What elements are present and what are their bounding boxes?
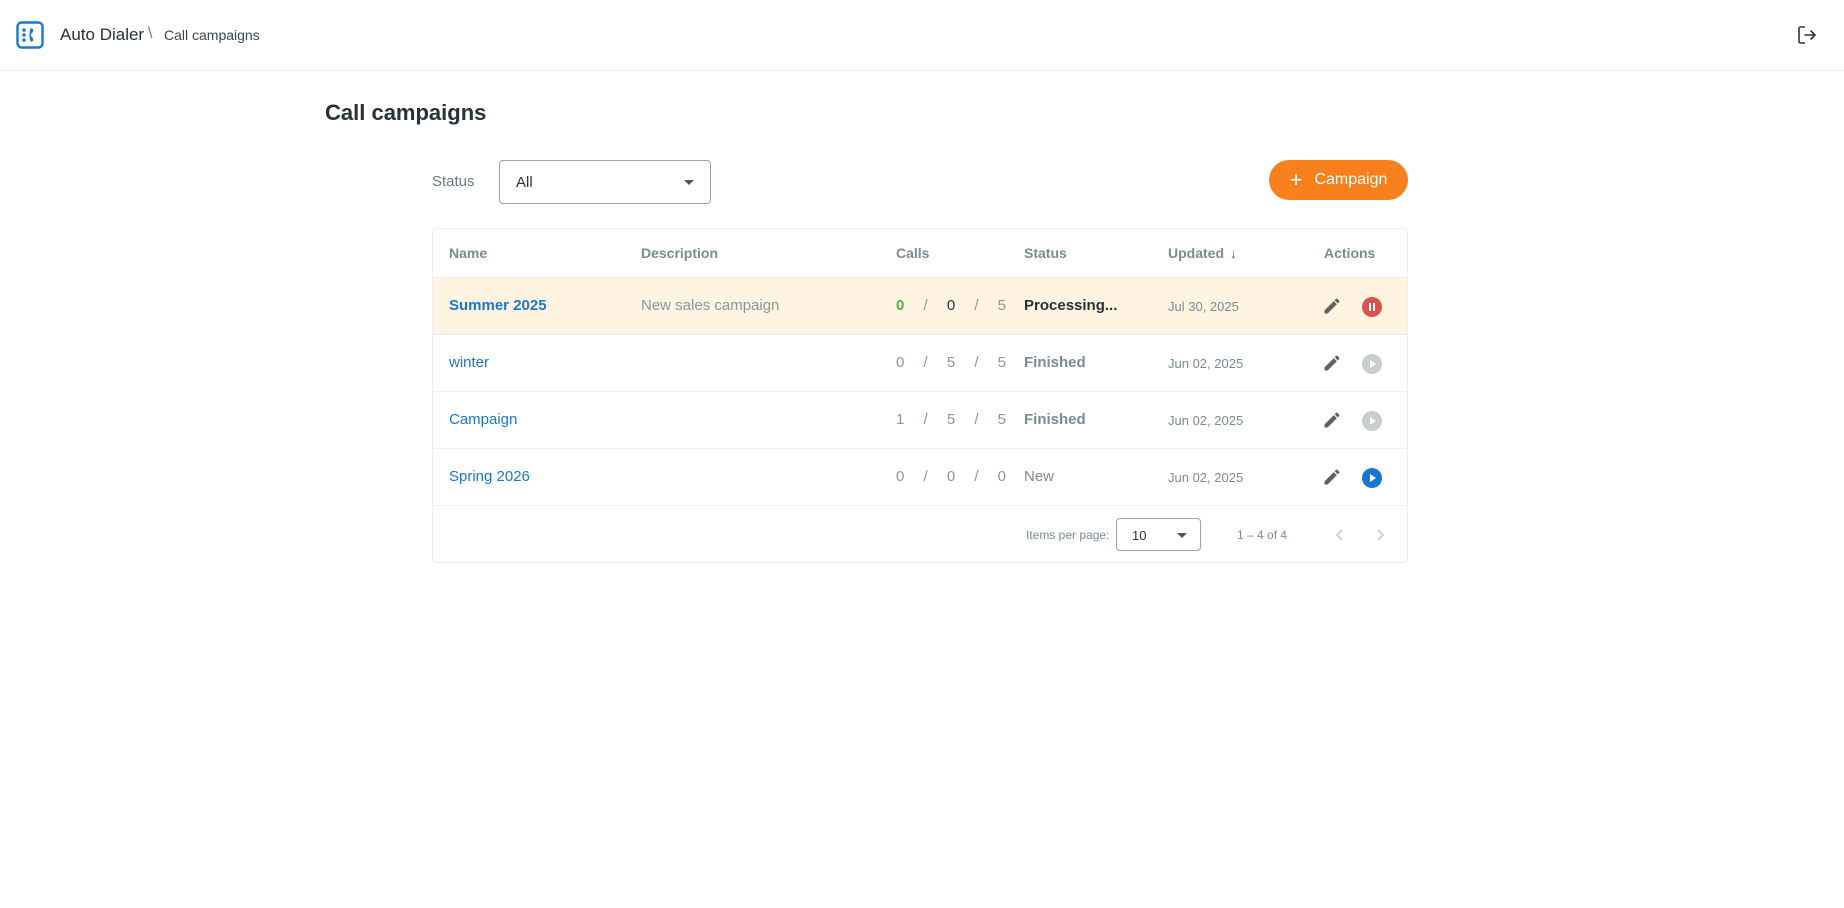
pencil-icon[interactable] <box>1322 296 1342 316</box>
calls-total: 0 <box>997 468 1006 485</box>
status-filter-value: All <box>516 174 533 191</box>
campaign-status: Finished <box>1024 354 1086 371</box>
table-row[interactable]: Campaign 1 / 5 / 5 Finished Jun 02, 2025 <box>433 392 1407 449</box>
campaign-calls: 1 / 5 / 5 <box>896 411 1006 428</box>
items-per-page-label: Items per page: <box>1026 528 1110 542</box>
campaign-updated: Jun 02, 2025 <box>1168 413 1244 428</box>
chevron-left-icon[interactable] <box>1330 525 1350 545</box>
campaign-updated: Jul 30, 2025 <box>1168 299 1239 314</box>
calls-separator: / <box>974 411 979 428</box>
campaign-calls: 0 / 0 / 5 <box>896 297 1006 314</box>
sort-arrow-down-icon: ↓ <box>1230 246 1237 261</box>
calls-separator: / <box>974 468 979 485</box>
pencil-icon[interactable] <box>1322 353 1342 373</box>
chevron-down-icon <box>1177 533 1187 538</box>
calls-total: 5 <box>997 297 1006 314</box>
paginator: Items per page: 10 1 – 4 of 4 <box>433 506 1407 563</box>
chevron-right-icon[interactable] <box>1370 525 1390 545</box>
campaigns-table: Name Description Calls Status Updated ↓ A… <box>432 228 1408 563</box>
table-header: Name Description Calls Status Updated ↓ A… <box>433 229 1407 278</box>
calls-separator: / <box>923 411 928 428</box>
campaign-updated: Jun 02, 2025 <box>1168 356 1244 371</box>
calls-in-progress: 5 <box>946 411 956 428</box>
campaign-status: New <box>1024 468 1055 485</box>
calls-separator: / <box>923 297 928 314</box>
phone-book-icon[interactable] <box>16 21 44 49</box>
status-filter-label: Status <box>432 173 475 190</box>
pencil-icon[interactable] <box>1322 467 1342 487</box>
pause-circle-icon[interactable] <box>1362 297 1382 317</box>
page-title: Call campaigns <box>325 100 487 125</box>
breadcrumb-separator: \ <box>148 25 153 42</box>
campaign-name-link[interactable]: Campaign <box>449 411 517 428</box>
column-header-status[interactable]: Status <box>1024 245 1067 261</box>
page-range-label: 1 – 4 of 4 <box>1237 528 1288 542</box>
chevron-down-icon <box>684 180 694 185</box>
column-header-name[interactable]: Name <box>449 245 487 261</box>
campaign-updated: Jun 02, 2025 <box>1168 470 1244 485</box>
calls-in-progress: 0 <box>946 468 956 485</box>
calls-total: 5 <box>997 411 1006 428</box>
logout-icon[interactable] <box>1796 24 1818 46</box>
items-per-page-value: 10 <box>1132 528 1147 543</box>
calls-separator: / <box>923 354 928 371</box>
app-name[interactable]: Auto Dialer <box>60 25 144 45</box>
calls-separator: / <box>923 468 928 485</box>
campaign-calls: 0 / 0 / 0 <box>896 468 1006 485</box>
pencil-icon[interactable] <box>1322 410 1342 430</box>
campaign-name-link[interactable]: Summer 2025 <box>449 297 547 314</box>
campaign-status: Processing... <box>1024 297 1118 314</box>
calls-in-progress: 0 <box>946 297 956 314</box>
status-filter-select[interactable]: All <box>499 160 711 204</box>
campaign-calls: 0 / 5 / 5 <box>896 354 1006 371</box>
column-header-updated-label: Updated <box>1168 245 1224 261</box>
plus-icon: + <box>1289 167 1303 192</box>
calls-in-progress: 5 <box>946 354 956 371</box>
app-header: Auto Dialer \ Call campaigns <box>0 0 1844 71</box>
column-header-updated[interactable]: Updated ↓ <box>1168 245 1237 261</box>
campaign-description: New sales campaign <box>641 297 780 314</box>
calls-separator: / <box>974 354 979 371</box>
play-circle-icon[interactable] <box>1362 468 1382 488</box>
calls-done: 0 <box>896 468 905 485</box>
campaign-status: Finished <box>1024 411 1086 428</box>
column-header-actions: Actions <box>1324 245 1376 261</box>
add-campaign-button[interactable]: + Campaign <box>1269 160 1408 200</box>
play-circle-icon[interactable] <box>1362 354 1382 374</box>
calls-done: 0 <box>896 297 905 314</box>
calls-total: 5 <box>997 354 1006 371</box>
calls-separator: / <box>974 297 979 314</box>
column-header-calls[interactable]: Calls <box>896 245 929 261</box>
play-circle-icon[interactable] <box>1362 411 1382 431</box>
table-row[interactable]: Spring 2026 0 / 0 / 0 New Jun 02, 2025 <box>433 449 1407 506</box>
calls-done: 1 <box>896 411 905 428</box>
breadcrumb-current: Call campaigns <box>164 27 260 43</box>
calls-done: 0 <box>896 354 905 371</box>
campaign-name-link[interactable]: Spring 2026 <box>449 468 530 485</box>
campaign-name-link[interactable]: winter <box>449 354 489 371</box>
table-row[interactable]: Summer 2025 New sales campaign 0 / 0 / 5… <box>433 278 1407 335</box>
items-per-page-select[interactable]: 10 <box>1116 518 1201 551</box>
add-campaign-label: Campaign <box>1314 171 1388 188</box>
table-row[interactable]: winter 0 / 5 / 5 Finished Jun 02, 2025 <box>433 335 1407 392</box>
column-header-description[interactable]: Description <box>641 245 718 261</box>
